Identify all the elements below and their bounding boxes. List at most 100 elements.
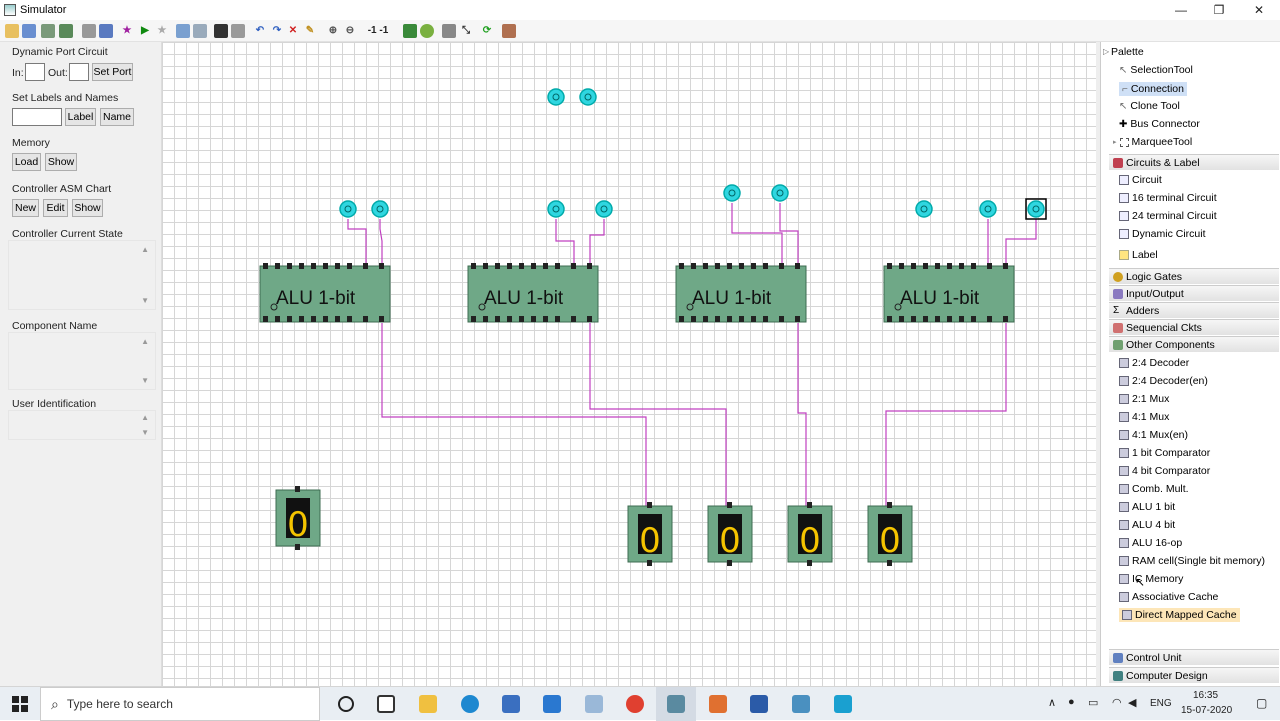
save-as-icon[interactable] [41,24,55,38]
zoom-out-icon[interactable]: ⊖ [343,24,357,38]
group-control-unit[interactable]: Control Unit [1109,649,1279,665]
microphone-icon[interactable]: ● [1068,696,1075,708]
group-adders[interactable]: Σ Adders [1109,302,1279,318]
app-icon[interactable] [585,695,603,713]
set-port-button[interactable]: Set Port [92,63,133,81]
cut-icon[interactable]: ✎ [303,24,317,38]
file-explorer-icon[interactable] [419,695,437,713]
group-circuits-label[interactable]: Circuits & Label [1109,154,1279,170]
mail-icon[interactable] [543,695,561,713]
scroll-down-icon[interactable]: ▼ [141,428,149,437]
user-id-box[interactable]: ▲ ▼ [8,410,156,440]
item-component[interactable]: 4:1 Mux [1119,411,1169,423]
settings-icon[interactable] [502,24,516,38]
star-icon[interactable]: ★ [120,24,134,38]
scroll-down-icon[interactable]: ▼ [141,296,149,305]
group-logic-gates[interactable]: Logic Gates [1109,268,1279,284]
tool-selection[interactable]: ↖ SelectionTool [1119,64,1193,76]
item-label[interactable]: Label [1119,249,1158,261]
asm-show-button[interactable]: Show [72,199,103,217]
input-terminal[interactable] [595,200,613,218]
connect-icon[interactable]: ⤡ [459,24,473,38]
input-terminal[interactable] [723,184,741,202]
group-sequential[interactable]: Sequencial Ckts [1109,319,1279,335]
taskbar-search[interactable]: ⌕ Type here to search [40,687,320,721]
asm-edit-button[interactable]: Edit [43,199,68,217]
group-computer-design[interactable]: Computer Design [1109,667,1279,683]
input-terminal[interactable] [579,88,597,106]
minimize-button[interactable]: — [1162,0,1200,20]
item-component[interactable]: 2:4 Decoder(en) [1119,375,1208,387]
input-terminal[interactable] [771,184,789,202]
tray-expand-icon[interactable]: ∧ [1048,696,1056,709]
clock-time[interactable]: 16:35 [1193,690,1218,701]
group-other-components[interactable]: Other Components [1109,336,1279,352]
item-component[interactable]: 1 bit Comparator [1119,447,1210,459]
input-terminal[interactable] [915,200,933,218]
scroll-up-icon[interactable]: ▲ [141,337,149,346]
battery-icon[interactable]: ▭ [1088,696,1098,709]
out-port-field[interactable] [69,63,89,81]
constant-icon[interactable]: -1 -1 [364,24,392,38]
store-icon[interactable] [502,695,520,713]
close-button[interactable]: ✕ [1240,0,1278,20]
scroll-up-icon[interactable]: ▲ [141,413,149,422]
item-dynamic-circuit[interactable]: Dynamic Circuit [1119,228,1206,240]
item-16-terminal[interactable]: 16 terminal Circuit [1119,192,1217,204]
circuit-icon[interactable] [403,24,417,38]
align-left-icon[interactable] [176,24,190,38]
circuit-drawing[interactable]: ALU 1-bit ALU 1-bit ALU 1-bit ALU 1-bit [162,42,1100,686]
simulator-app-icon[interactable] [667,695,685,713]
info-icon[interactable] [420,24,434,38]
word-icon[interactable] [750,695,768,713]
task-view-icon[interactable] [377,695,395,713]
refresh-icon[interactable]: ⟳ [480,24,494,38]
memory-show-button[interactable]: Show [45,153,77,171]
item-component[interactable]: 2:4 Decoder [1119,357,1189,369]
chrome-icon[interactable] [626,695,644,713]
powerpoint-icon[interactable] [709,695,727,713]
tool-bus-connector[interactable]: ✚ Bus Connector [1119,118,1200,130]
photos-icon[interactable] [792,695,810,713]
label-button[interactable]: Label [65,108,96,126]
input-terminal[interactable] [371,200,389,218]
item-circuit[interactable]: Circuit [1119,174,1162,186]
redo-icon[interactable]: ↷ [270,24,284,38]
tool-connection[interactable]: ⌐ Connection [1119,82,1187,96]
item-component[interactable]: 4:1 Mux(en) [1119,429,1188,441]
grid-icon[interactable] [442,24,456,38]
windows-start-icon[interactable] [12,696,28,712]
edit-icon[interactable] [231,24,245,38]
favorite-icon[interactable]: ★ [155,24,169,38]
edge-icon[interactable] [461,695,479,713]
undo-icon[interactable]: ↶ [253,24,267,38]
open-folder-icon[interactable] [5,24,19,38]
language-indicator[interactable]: ENG [1150,698,1172,709]
item-24-terminal[interactable]: 24 terminal Circuit [1119,210,1217,222]
collapse-icon[interactable]: ▷ [1103,47,1109,56]
current-state-box[interactable]: ▲ ▼ [8,240,156,310]
terminal-icon[interactable] [214,24,228,38]
print-icon[interactable] [82,24,96,38]
item-component[interactable]: Comb. Mult. [1119,483,1189,495]
component-name-box[interactable]: ▲ ▼ [8,332,156,390]
circuit-canvas[interactable]: ALU 1-bit ALU 1-bit ALU 1-bit ALU 1-bit [162,42,1100,686]
chat-icon[interactable] [834,695,852,713]
run-icon[interactable]: ▶ [138,24,152,38]
maximize-button[interactable]: ❐ [1200,0,1238,20]
item-component[interactable]: ALU 4 bit [1119,519,1175,531]
tool-marquee[interactable]: ▸ MarqueeTool [1113,136,1192,148]
item-component[interactable]: 4 bit Comparator [1119,465,1210,477]
input-terminal[interactable] [547,200,565,218]
delete-icon[interactable]: ✕ [286,24,300,38]
item-component-selected[interactable]: Direct Mapped Cache [1119,608,1240,622]
in-port-field[interactable] [25,63,45,81]
clock-date[interactable]: 15-07-2020 [1181,705,1232,716]
input-terminal-selected[interactable] [1025,198,1047,220]
zoom-in-icon[interactable]: ⊕ [326,24,340,38]
volume-icon[interactable]: ◀ [1128,696,1136,709]
input-terminal[interactable] [339,200,357,218]
item-component[interactable]: RAM cell(Single bit memory) [1119,555,1265,567]
notifications-icon[interactable]: ▢ [1256,696,1267,710]
align-right-icon[interactable] [193,24,207,38]
